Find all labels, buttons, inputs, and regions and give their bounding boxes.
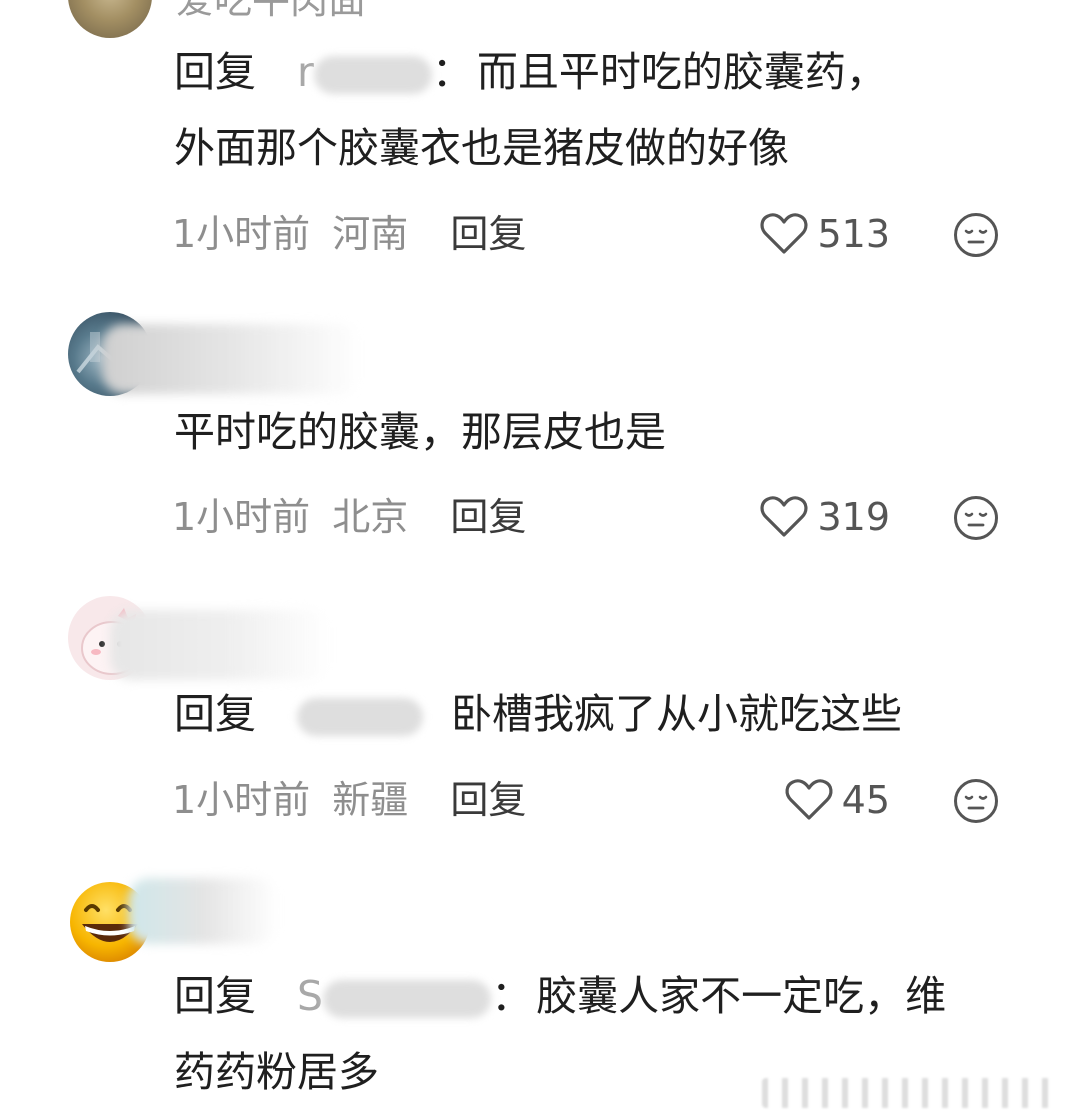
comment-line: 卧槽我疯了从小就吃这些 xyxy=(451,690,903,738)
comment-line: 而且平时吃的胶囊药， xyxy=(476,48,887,96)
neutral-face-icon[interactable] xyxy=(953,495,999,541)
comment-text-line2: 药药粉居多 xyxy=(174,1048,379,1096)
comment-time: 1小时前 xyxy=(172,495,311,539)
heart-outline-icon xyxy=(760,213,808,254)
comment-username[interactable]: 爱吃牛肉面 xyxy=(176,0,366,22)
like-button[interactable]: 45 xyxy=(784,778,890,822)
username-redaction xyxy=(128,878,278,944)
like-button[interactable]: 319 xyxy=(759,495,890,539)
like-count: 319 xyxy=(817,495,890,539)
reply-prefix: 回复 xyxy=(174,690,256,738)
reply-button[interactable]: 回复 xyxy=(450,778,526,822)
mention-redaction xyxy=(313,56,432,94)
neutral-face-icon[interactable] xyxy=(953,778,999,824)
heart-outline-icon xyxy=(760,496,808,537)
comment-time: 1小时前 xyxy=(172,778,311,822)
username-redaction xyxy=(102,324,362,394)
like-count: 45 xyxy=(841,778,890,822)
avatar[interactable] xyxy=(68,0,152,38)
comment-text: 回复 r ：而且平时吃的胶囊药， xyxy=(174,34,887,110)
reply-button[interactable]: 回复 xyxy=(450,212,526,256)
username-redaction xyxy=(110,610,330,680)
comment-text: 平时吃的胶囊，那层皮也是 xyxy=(174,408,666,456)
like-button[interactable]: 513 xyxy=(759,212,890,256)
comment-meta: 1小时前 河南 回复 xyxy=(172,212,526,256)
mention-colon: ： xyxy=(491,972,533,1020)
comment-text: 回复 卧槽我疯了从小就吃这些 xyxy=(174,676,902,752)
like-count: 513 xyxy=(817,212,890,256)
comment-text: 回复 S ：胶囊人家不一定吃，维 xyxy=(174,958,946,1034)
comment-time: 1小时前 xyxy=(172,212,311,256)
comment-location: 北京 xyxy=(332,495,409,539)
comment-location: 新疆 xyxy=(332,778,409,822)
heart-outline-icon xyxy=(785,779,833,820)
reply-button[interactable]: 回复 xyxy=(450,495,526,539)
comment-location: 河南 xyxy=(332,212,409,256)
reply-prefix: 回复 xyxy=(174,48,256,96)
mention-redaction[interactable] xyxy=(297,698,424,736)
comment-meta: 1小时前 北京 回复 xyxy=(172,495,526,539)
watermark xyxy=(762,1078,1062,1108)
mention-visible-text: S xyxy=(297,972,324,1020)
mention-redaction xyxy=(323,980,492,1018)
comment-meta: 1小时前 新疆 回复 xyxy=(172,778,526,822)
mention-colon: ： xyxy=(431,48,473,96)
mention-visible-text: r xyxy=(297,48,314,96)
mention-username[interactable]: S xyxy=(297,958,492,1034)
mention-username[interactable]: r xyxy=(297,34,432,110)
reply-prefix: 回复 xyxy=(174,972,256,1020)
comment-text-line2: 外面那个胶囊衣也是猪皮做的好像 xyxy=(174,124,789,172)
neutral-face-icon[interactable] xyxy=(953,212,999,258)
comment-line: 胶囊人家不一定吃，维 xyxy=(536,972,947,1020)
